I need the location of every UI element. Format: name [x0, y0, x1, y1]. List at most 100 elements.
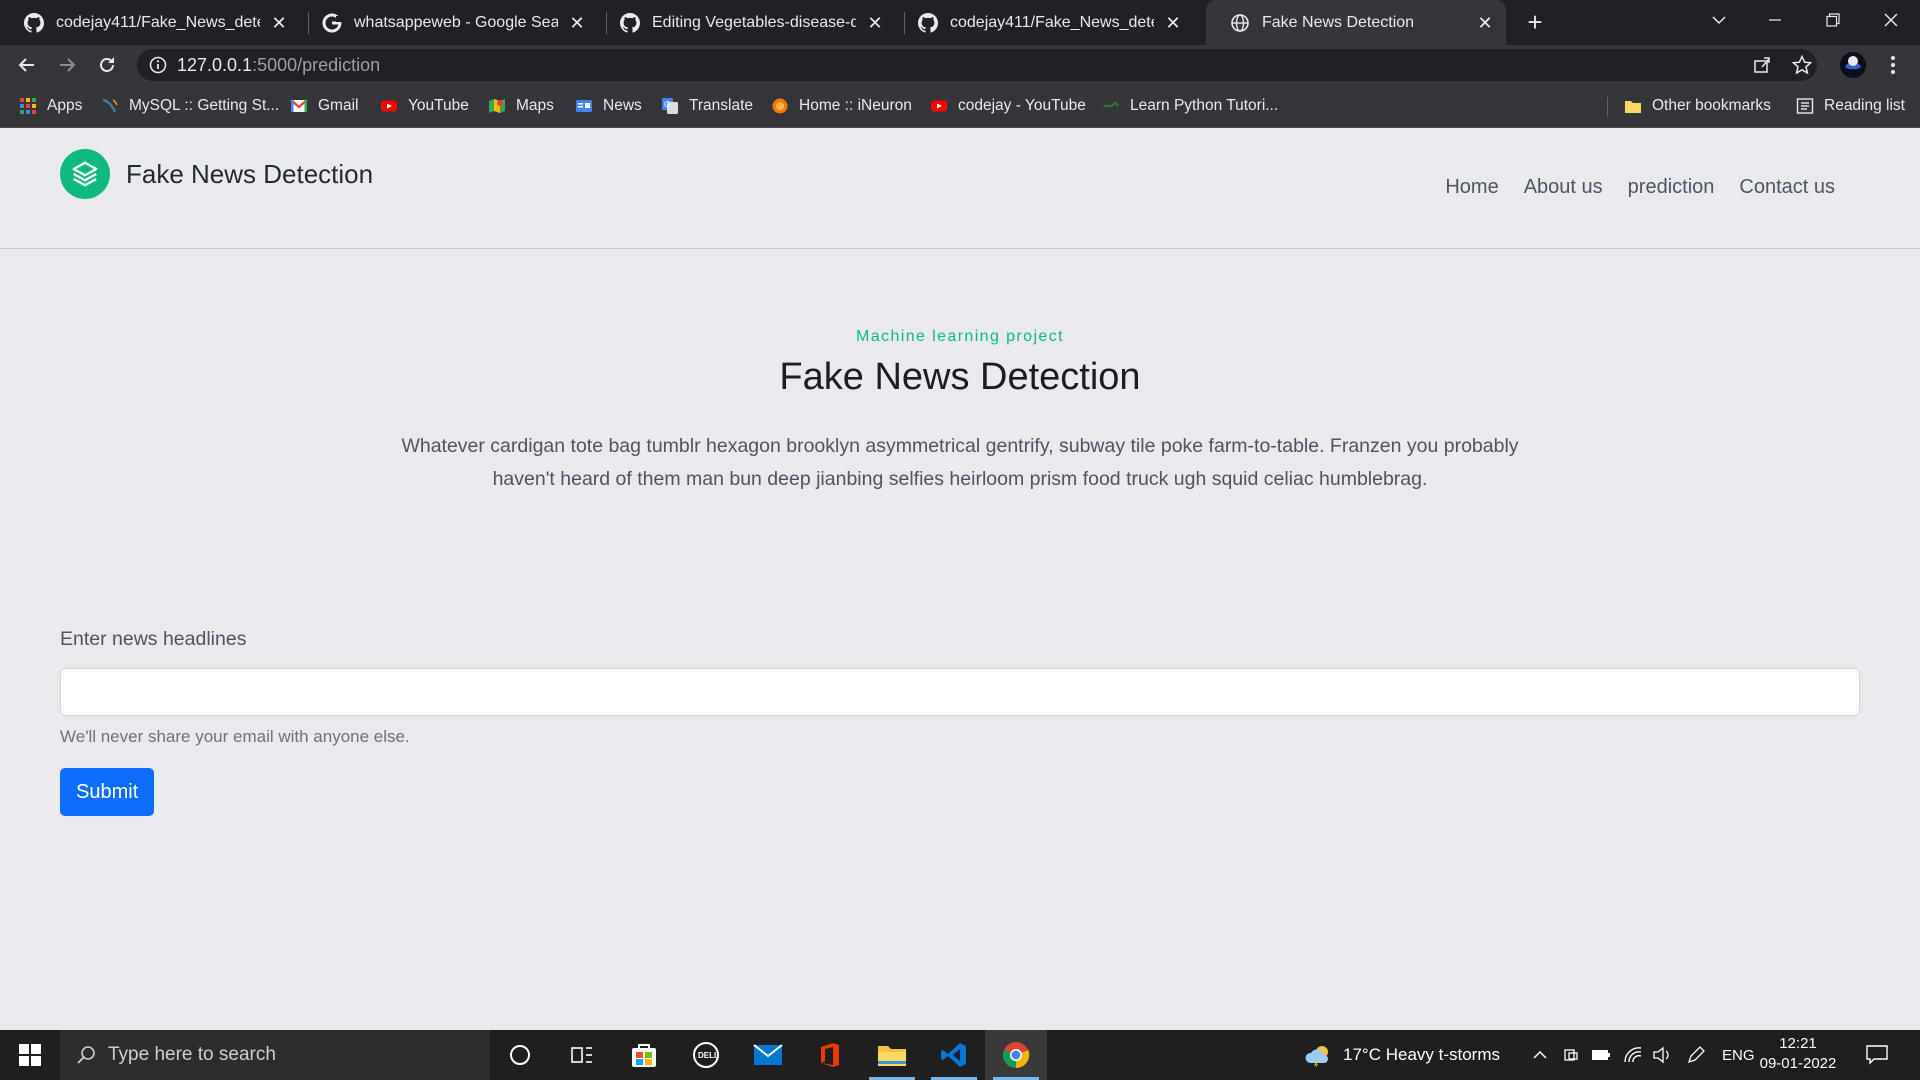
youtube-icon: [381, 100, 397, 112]
submit-button[interactable]: Submit: [60, 768, 155, 816]
profile-avatar-icon[interactable]: [1838, 50, 1868, 80]
close-icon[interactable]: ✕: [270, 14, 288, 32]
bookmarks-bar: Apps MySQL :: Getting St... Gmail YouTub…: [0, 85, 1920, 128]
windows-start-icon[interactable]: [0, 1030, 60, 1080]
news-icon: [576, 100, 592, 112]
browser-tab-active[interactable]: Fake News Detection ✕: [1206, 0, 1506, 45]
apps-grid-icon: [20, 98, 36, 114]
bookmark-mysql[interactable]: MySQL :: Getting St...: [101, 85, 279, 127]
file-explorer-icon[interactable]: [861, 1030, 923, 1080]
bookmark-star-icon[interactable]: [1790, 53, 1814, 77]
office-icon[interactable]: [799, 1030, 861, 1080]
close-icon[interactable]: ✕: [866, 14, 884, 32]
cortana-icon[interactable]: [489, 1030, 551, 1080]
headline-input[interactable]: [60, 668, 1860, 716]
tab-search-icon[interactable]: [1691, 0, 1747, 40]
vscode-icon[interactable]: [923, 1030, 985, 1080]
volume-icon[interactable]: [1652, 1030, 1672, 1080]
browser-tab[interactable]: Editing Vegetables-disease-detection ✕: [596, 0, 896, 45]
task-view-icon[interactable]: [551, 1030, 613, 1080]
nav-link-about[interactable]: About us: [1524, 176, 1603, 199]
bookmark-youtube[interactable]: YouTube: [380, 85, 469, 127]
translate-icon: G: [662, 98, 678, 114]
meet-now-icon[interactable]: [1563, 1030, 1579, 1080]
tray-overflow-icon[interactable]: [1532, 1030, 1548, 1080]
share-icon[interactable]: [1750, 53, 1774, 77]
tab-title: Editing Vegetables-disease-detection: [652, 13, 856, 31]
bookmark-translate[interactable]: G Translate: [661, 85, 753, 127]
taskbar-clock[interactable]: 12:21 09-01-2022: [1756, 1034, 1840, 1074]
new-tab-button[interactable]: +: [1521, 9, 1549, 37]
bookmark-news[interactable]: News: [575, 85, 642, 127]
weather-widget[interactable]: 17°C Heavy t-storms: [1305, 1030, 1500, 1080]
close-icon[interactable]: ✕: [1164, 14, 1182, 32]
reload-icon[interactable]: [93, 51, 121, 79]
bookmark-apps[interactable]: Apps: [19, 85, 82, 127]
bookmark-other-bookmarks[interactable]: Other bookmarks: [1624, 85, 1771, 127]
github-icon: [620, 12, 640, 33]
notifications-icon[interactable]: [1866, 1030, 1888, 1080]
browser-tab-strip: codejay411/Fake_News_detection ✕ whatsap…: [0, 0, 1920, 45]
chrome-icon[interactable]: [985, 1030, 1047, 1080]
restore-icon[interactable]: [1805, 0, 1861, 40]
site-info-icon[interactable]: [149, 56, 167, 74]
youtube-icon: [931, 100, 947, 112]
web-page: Fake News Detection Home About us predic…: [0, 128, 1920, 1030]
hero-eyebrow: Machine learning project: [856, 328, 1064, 345]
store-icon[interactable]: [613, 1030, 675, 1080]
weather-text: 17°C Heavy t-storms: [1343, 1045, 1501, 1064]
forward-icon[interactable]: [53, 51, 81, 79]
page-title: Fake News Detection: [779, 356, 1141, 398]
storm-cloud-icon: [1305, 1046, 1328, 1067]
url-path: :5000/prediction: [252, 55, 381, 75]
windows-taskbar: Type here to search DELL 17°C Heavy t-st…: [0, 1030, 1920, 1080]
maps-icon: [489, 99, 505, 113]
bookmark-label: Home :: iNeuron: [799, 97, 912, 114]
bookmark-gmail[interactable]: Gmail: [290, 85, 358, 127]
headline-label: Enter news headlines: [60, 628, 247, 650]
dell-icon[interactable]: DELL: [675, 1030, 737, 1080]
nav-link-home[interactable]: Home: [1445, 176, 1498, 199]
minimize-icon[interactable]: [1747, 0, 1803, 40]
close-window-icon[interactable]: [1863, 0, 1919, 40]
taskbar-search[interactable]: Type here to search: [60, 1030, 490, 1080]
site-nav: Home About us prediction Contact us: [1420, 176, 1835, 199]
ineuron-icon: [772, 98, 788, 114]
nav-link-contact[interactable]: Contact us: [1739, 176, 1835, 199]
brand-name: Fake News Detection: [126, 158, 374, 189]
nav-link-prediction[interactable]: prediction: [1628, 176, 1715, 199]
search-icon: [77, 1046, 95, 1064]
google-icon: [322, 13, 342, 32]
close-icon[interactable]: ✕: [1476, 14, 1494, 32]
clock-date: 09-01-2022: [1759, 1055, 1837, 1072]
bookmark-reading-list[interactable]: Reading list: [1796, 85, 1905, 127]
address-url[interactable]: 127.0.0.1:5000/prediction: [177, 55, 380, 76]
globe-icon: [1231, 13, 1249, 32]
svg-text:DELL: DELL: [698, 1051, 719, 1060]
url-host: 127.0.0.1: [177, 55, 253, 75]
close-icon[interactable]: ✕: [568, 14, 586, 32]
pen-icon[interactable]: [1686, 1030, 1706, 1080]
site-header: Fake News Detection Home About us predic…: [0, 128, 1920, 249]
tab-title: whatsappeweb - Google Search: [354, 13, 558, 31]
address-bar[interactable]: 127.0.0.1:5000/prediction: [137, 49, 1817, 81]
bookmark-label: codejay - YouTube: [958, 97, 1086, 114]
language-indicator[interactable]: ENG: [1722, 1030, 1755, 1080]
github-icon: [24, 12, 44, 33]
bookmark-learn-python[interactable]: Learn Python Tutori...: [1102, 85, 1278, 127]
wifi-icon[interactable]: [1623, 1030, 1643, 1080]
bookmark-label: Maps: [516, 97, 554, 114]
battery-icon[interactable]: [1591, 1030, 1611, 1080]
browser-tab[interactable]: whatsappeweb - Google Search ✕: [298, 0, 598, 45]
tab-title: codejay411/Fake_News_detection: [56, 13, 260, 31]
mail-icon[interactable]: [737, 1030, 799, 1080]
site-brand[interactable]: Fake News Detection: [60, 149, 373, 199]
bookmark-maps[interactable]: Maps: [488, 85, 554, 127]
bookmark-codejay-youtube[interactable]: codejay - YouTube: [930, 85, 1086, 127]
back-icon[interactable]: [13, 51, 41, 79]
bookmark-ineuron[interactable]: Home :: iNeuron: [771, 85, 912, 127]
menu-kebab-icon[interactable]: [1881, 53, 1905, 77]
tab-title: codejay411/Fake_News_detection: [950, 13, 1154, 31]
browser-tab[interactable]: codejay411/Fake_News_detection ✕: [0, 0, 300, 45]
browser-tab[interactable]: codejay411/Fake_News_detection ✕: [894, 0, 1194, 45]
